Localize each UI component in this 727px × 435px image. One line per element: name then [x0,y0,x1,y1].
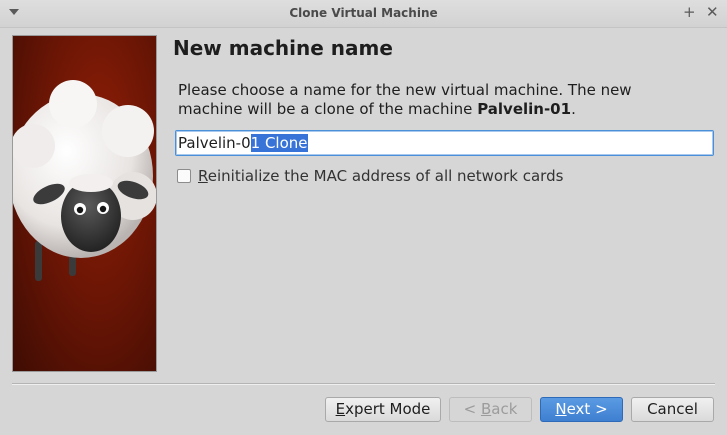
wizard-sheep-illustration [12,35,157,372]
reinitialize-mac-checkbox[interactable] [177,169,191,183]
reinitialize-mac-label[interactable]: Reinitialize the MAC address of all netw… [198,167,563,185]
label-rest: einitialize the MAC address of all netwo… [207,167,564,185]
next-button[interactable]: Next > [540,397,623,422]
name-text-selected: 1 Clone [250,134,308,152]
description-suffix: . [571,100,576,118]
mnemonic-b: B [480,400,492,418]
mnemonic-n: N [555,400,567,418]
page-title: New machine name [173,36,393,60]
back-button[interactable]: < Back [449,397,532,422]
back-label-rest: ack [491,400,518,418]
button-separator [12,383,715,385]
close-button[interactable]: ✕ [706,4,719,20]
source-machine-name: Palvelin-01 [477,100,572,118]
sheep-icon [13,80,156,281]
machine-name-input[interactable]: Palvelin-01 Clone [175,130,714,156]
expert-label-rest: xpert Mode [345,400,431,418]
page-description: Please choose a name for the new virtual… [178,81,698,119]
title-bar: Clone Virtual Machine + ✕ [0,0,727,28]
next-label-rest: ext > [566,400,608,418]
mnemonic-e: E [335,400,346,418]
cancel-button[interactable]: Cancel [631,397,714,422]
name-text-unselected: Palvelin-0 [178,134,251,152]
expert-mode-button[interactable]: Expert Mode [325,397,441,422]
maximize-button[interactable]: + [683,4,696,20]
mnemonic-r: R [198,167,208,185]
back-prefix: < [463,400,481,418]
window-title: Clone Virtual Machine [289,6,438,20]
